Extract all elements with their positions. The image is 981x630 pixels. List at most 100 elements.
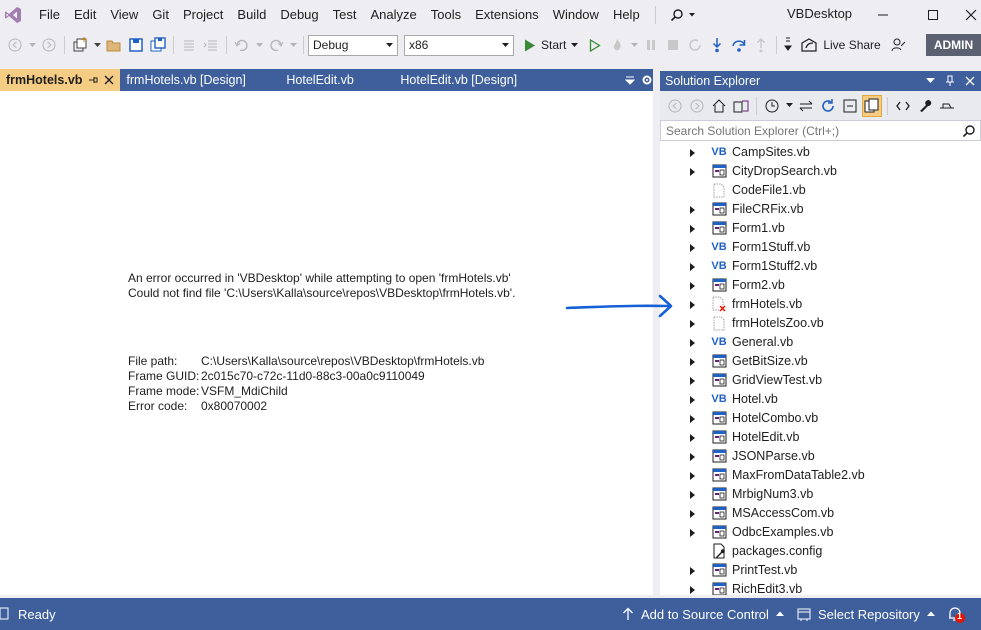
solution-explorer-item[interactable]: CodeFile1.vb <box>660 181 981 200</box>
menu-file[interactable]: File <box>32 4 67 26</box>
toolbar-overflow-button[interactable] <box>782 34 794 56</box>
uncomment-button[interactable] <box>201 34 221 56</box>
expand-arrow-icon[interactable] <box>689 413 697 423</box>
expand-arrow-icon[interactable] <box>689 166 697 176</box>
back-button[interactable] <box>5 34 25 56</box>
expand-arrow-icon[interactable] <box>689 375 697 385</box>
solution-explorer-item[interactable]: VB Hotel.vb <box>660 390 981 409</box>
menu-edit[interactable]: Edit <box>67 4 103 26</box>
expand-arrow-icon[interactable] <box>689 584 697 594</box>
notifications-button[interactable]: 1 <box>946 604 966 627</box>
menu-tools[interactable]: Tools <box>424 4 468 26</box>
visual-studio-logo[interactable] <box>2 4 24 26</box>
redo-button[interactable] <box>266 34 286 56</box>
solution-explorer-item[interactable]: CityDropSearch.vb <box>660 162 981 181</box>
se-switch-views-button[interactable] <box>731 95 751 117</box>
maximize-button[interactable] <box>918 4 948 26</box>
se-sync-button[interactable] <box>796 95 816 117</box>
solution-explorer-item[interactable]: frmHotels.vb <box>660 295 981 314</box>
solution-explorer-item[interactable]: HotelEdit.vb <box>660 428 981 447</box>
solution-explorer-item[interactable]: VB CampSites.vb <box>660 143 981 162</box>
expand-arrow-icon[interactable] <box>689 489 697 499</box>
se-back-button[interactable] <box>665 95 685 117</box>
step-over-button[interactable] <box>729 34 749 56</box>
se-show-all-files-button[interactable] <box>862 94 882 117</box>
step-into-button[interactable] <box>707 34 727 56</box>
expand-arrow-icon[interactable] <box>689 565 697 575</box>
solution-explorer-search-input[interactable] <box>666 123 956 138</box>
se-view-code-button[interactable] <box>893 95 913 117</box>
solution-configuration-select[interactable]: Debug <box>308 34 398 56</box>
document-editor[interactable]: An error occurred in 'VBDesktop' while a… <box>0 91 653 595</box>
solution-explorer-item[interactable]: JSONParse.vb <box>660 447 981 466</box>
solution-explorer-item[interactable]: PrintTest.vb <box>660 561 981 580</box>
expand-arrow-icon[interactable] <box>689 432 697 442</box>
panel-splitter[interactable] <box>653 69 660 595</box>
solution-platform-select[interactable]: x86 <box>404 34 514 56</box>
add-to-source-control-button[interactable]: Add to Source Control <box>622 607 784 622</box>
se-forward-button[interactable] <box>687 95 707 117</box>
se-collapse-all-button[interactable] <box>840 95 860 117</box>
se-pending-changes-filter[interactable] <box>762 95 782 117</box>
solution-explorer-item[interactable]: MSAccessCom.vb <box>660 504 981 523</box>
select-repository-button[interactable]: Select Repository <box>797 607 935 622</box>
se-properties-button[interactable] <box>915 95 935 117</box>
solution-explorer-item[interactable]: packages.config <box>660 542 981 561</box>
pin-icon[interactable] <box>945 75 955 87</box>
pin-icon[interactable] <box>88 75 98 85</box>
expand-arrow-icon[interactable] <box>689 147 697 157</box>
menu-project[interactable]: Project <box>176 4 230 26</box>
expand-arrow-icon[interactable] <box>689 470 697 480</box>
se-preview-button[interactable] <box>937 95 957 117</box>
solution-explorer-item[interactable]: Form2.vb <box>660 276 981 295</box>
tab-list-dropdown-icon[interactable] <box>625 75 635 85</box>
menu-extensions[interactable]: Extensions <box>468 4 546 26</box>
menu-analyze[interactable]: Analyze <box>363 4 423 26</box>
solution-explorer-tree[interactable]: VB CampSites.vb CityDropSearch.vb CodeFile1… <box>660 141 981 595</box>
close-icon[interactable] <box>965 76 975 86</box>
solution-explorer-item[interactable]: VB Form1Stuff2.vb <box>660 257 981 276</box>
new-project-dropdown[interactable] <box>92 34 102 56</box>
solution-explorer-item[interactable]: OdbcExamples.vb <box>660 523 981 542</box>
hot-reload-dropdown[interactable] <box>629 34 639 56</box>
menu-git[interactable]: Git <box>145 4 176 26</box>
expand-arrow-icon[interactable] <box>689 204 697 214</box>
gear-icon[interactable] <box>641 74 653 86</box>
expand-arrow-icon[interactable] <box>689 318 697 328</box>
undo-dropdown[interactable] <box>254 34 264 56</box>
menu-test[interactable]: Test <box>326 4 364 26</box>
expand-arrow-icon[interactable] <box>689 223 697 233</box>
solution-explorer-item[interactable]: MrbigNum3.vb <box>660 485 981 504</box>
close-icon[interactable] <box>104 75 114 85</box>
solution-explorer-item[interactable]: GridViewTest.vb <box>660 371 981 390</box>
account-badge[interactable]: ADMIN <box>926 34 981 56</box>
se-filter-dropdown[interactable] <box>784 95 794 117</box>
solution-explorer-item[interactable]: Form1.vb <box>660 219 981 238</box>
pause-button[interactable] <box>641 34 661 56</box>
solution-explorer-item[interactable]: GetBitSize.vb <box>660 352 981 371</box>
step-out-button[interactable] <box>751 34 771 56</box>
solution-explorer-item[interactable]: VB Form1Stuff.vb <box>660 238 981 257</box>
tab-hoteledit-design[interactable]: HotelEdit.vb [Design] <box>394 69 523 91</box>
tab-frmhotels-vb[interactable]: frmHotels.vb <box>0 69 121 91</box>
save-all-button[interactable] <box>148 34 168 56</box>
tab-hoteledit-vb[interactable]: HotelEdit.vb <box>280 69 394 91</box>
expand-arrow-icon[interactable] <box>689 508 697 518</box>
menu-view[interactable]: View <box>103 4 145 26</box>
search-icon[interactable] <box>962 124 976 138</box>
solution-explorer-item[interactable]: FileCRFix.vb <box>660 200 981 219</box>
window-position-dropdown-icon[interactable] <box>926 78 935 84</box>
menu-debug[interactable]: Debug <box>273 4 325 26</box>
back-dropdown[interactable] <box>27 34 37 56</box>
tab-frmhotels-design[interactable]: frmHotels.vb [Design] <box>120 69 280 91</box>
expand-arrow-icon[interactable] <box>689 356 697 366</box>
solution-explorer-item[interactable]: RichEdit3.vb <box>660 580 981 595</box>
minimize-button[interactable] <box>868 4 898 26</box>
open-file-button[interactable] <box>104 34 124 56</box>
forward-button[interactable] <box>39 34 59 56</box>
solution-explorer-item[interactable]: VB General.vb <box>660 333 981 352</box>
comment-button[interactable] <box>179 34 199 56</box>
expand-arrow-icon[interactable] <box>689 280 697 290</box>
restart-button[interactable] <box>685 34 705 56</box>
expand-arrow-icon[interactable] <box>689 527 697 537</box>
